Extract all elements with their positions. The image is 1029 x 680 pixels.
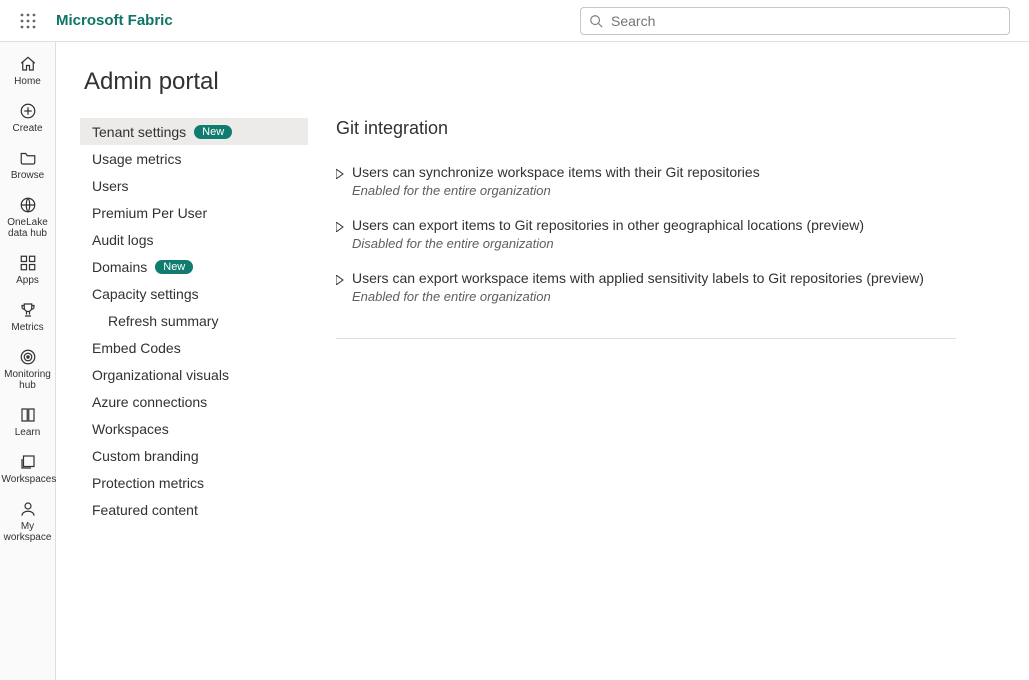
rail-label: My workspace	[2, 521, 54, 543]
settings-nav-item[interactable]: Tenant settings New	[80, 118, 308, 145]
rail-label: Monitoring hub	[2, 369, 54, 391]
settings-nav-label: Capacity settings	[92, 286, 199, 302]
setting-row[interactable]: Users can synchronize workspace items wi…	[336, 157, 956, 210]
setting-title: Users can export items to Git repositori…	[352, 216, 864, 234]
rail-item-onelake[interactable]: OneLake data hub	[0, 189, 56, 247]
expand-caret-icon	[336, 216, 352, 251]
settings-nav-label: Usage metrics	[92, 151, 181, 167]
setting-title: Users can export workspace items with ap…	[352, 269, 924, 287]
rail-label: OneLake data hub	[2, 217, 54, 239]
search-icon	[589, 14, 603, 28]
new-badge: New	[155, 260, 193, 274]
page-title: Admin portal	[84, 68, 1029, 96]
expand-caret-icon	[336, 163, 352, 198]
settings-nav-label: Tenant settings	[92, 124, 186, 140]
search-input[interactable]	[609, 12, 1001, 30]
rail-label: Browse	[11, 170, 44, 181]
rail-item-browse[interactable]: Browse	[0, 142, 56, 189]
settings-nav-item[interactable]: Workspaces	[80, 415, 308, 442]
rail-item-home[interactable]: Home	[0, 48, 56, 95]
settings-nav-item[interactable]: Domains New	[80, 253, 308, 280]
globe-icon	[18, 195, 38, 215]
setting-status: Disabled for the entire organization	[352, 236, 864, 251]
setting-row[interactable]: Users can export items to Git repositori…	[336, 210, 956, 263]
rail-label: Learn	[15, 427, 41, 438]
settings-nav-item[interactable]: Featured content	[80, 496, 308, 523]
apps-icon	[18, 253, 38, 273]
settings-nav-label: Workspaces	[92, 421, 169, 437]
setting-body: Users can export items to Git repositori…	[352, 216, 864, 251]
setting-title: Users can synchronize workspace items wi…	[352, 163, 760, 181]
rail-item-learn[interactable]: Learn	[0, 399, 56, 446]
section-title: Git integration	[336, 118, 1005, 139]
rail-item-apps[interactable]: Apps	[0, 247, 56, 294]
settings-nav-label: Organizational visuals	[92, 367, 229, 383]
settings-nav-item[interactable]: Usage metrics	[80, 145, 308, 172]
target-icon	[18, 347, 38, 367]
settings-nav-label: Premium Per User	[92, 205, 207, 221]
setting-row[interactable]: Users can export workspace items with ap…	[336, 263, 956, 316]
settings-nav-item[interactable]: Audit logs	[80, 226, 308, 253]
trophy-icon	[18, 300, 38, 320]
app-launcher-button[interactable]	[0, 0, 56, 41]
settings-nav-label: Refresh summary	[108, 313, 218, 329]
settings-panel: Git integration Users can synchronize wo…	[336, 118, 1029, 523]
settings-nav-label: Protection metrics	[92, 475, 204, 491]
settings-nav-item[interactable]: Organizational visuals	[80, 361, 308, 388]
rail-label: Apps	[16, 275, 39, 286]
settings-side-nav: Tenant settings New Usage metrics Users Prem…	[80, 118, 308, 523]
settings-nav-label: Featured content	[92, 502, 198, 518]
rail-item-create[interactable]: Create	[0, 95, 56, 142]
waffle-icon	[20, 13, 36, 29]
rail-item-myworkspace[interactable]: My workspace	[0, 493, 56, 551]
top-bar: Microsoft Fabric	[0, 0, 1029, 42]
settings-nav-label: Users	[92, 178, 129, 194]
search-box[interactable]	[580, 7, 1010, 35]
settings-nav-label: Custom branding	[92, 448, 199, 464]
plus-circle-icon	[18, 101, 38, 121]
rail-label: Create	[12, 123, 42, 134]
rail-label: Home	[14, 76, 41, 87]
settings-nav-item[interactable]: Embed Codes	[80, 334, 308, 361]
rail-item-monitoring[interactable]: Monitoring hub	[0, 341, 56, 399]
settings-nav-item[interactable]: Premium Per User	[80, 199, 308, 226]
new-badge: New	[194, 125, 232, 139]
stack-icon	[18, 452, 38, 472]
settings-nav-label: Embed Codes	[92, 340, 181, 356]
folder-icon	[18, 148, 38, 168]
settings-nav-item[interactable]: Azure connections	[80, 388, 308, 415]
product-brand: Microsoft Fabric	[56, 12, 173, 29]
setting-body: Users can export workspace items with ap…	[352, 269, 924, 304]
left-rail: Home Create Browse OneLake data hub Apps	[0, 42, 56, 680]
setting-status: Enabled for the entire organization	[352, 183, 760, 198]
settings-nav-label: Azure connections	[92, 394, 207, 410]
setting-status: Enabled for the entire organization	[352, 289, 924, 304]
home-icon	[18, 54, 38, 74]
setting-body: Users can synchronize workspace items wi…	[352, 163, 760, 198]
settings-nav-label: Domains	[92, 259, 147, 275]
person-icon	[18, 499, 38, 519]
rail-item-workspaces[interactable]: Workspaces	[0, 446, 56, 493]
settings-nav-item[interactable]: Users	[80, 172, 308, 199]
settings-nav-item[interactable]: Custom branding	[80, 442, 308, 469]
expand-caret-icon	[336, 269, 352, 304]
book-icon	[18, 405, 38, 425]
section-divider	[336, 338, 956, 339]
settings-nav-item[interactable]: Capacity settings	[80, 280, 308, 307]
rail-label: Workspaces	[2, 474, 54, 485]
settings-nav-item[interactable]: Protection metrics	[80, 469, 308, 496]
content-area: Admin portal Tenant settings New Usage met…	[56, 42, 1029, 680]
settings-nav-item[interactable]: Refresh summary	[80, 307, 308, 334]
rail-label: Metrics	[11, 322, 43, 333]
rail-item-metrics[interactable]: Metrics	[0, 294, 56, 341]
settings-nav-label: Audit logs	[92, 232, 153, 248]
